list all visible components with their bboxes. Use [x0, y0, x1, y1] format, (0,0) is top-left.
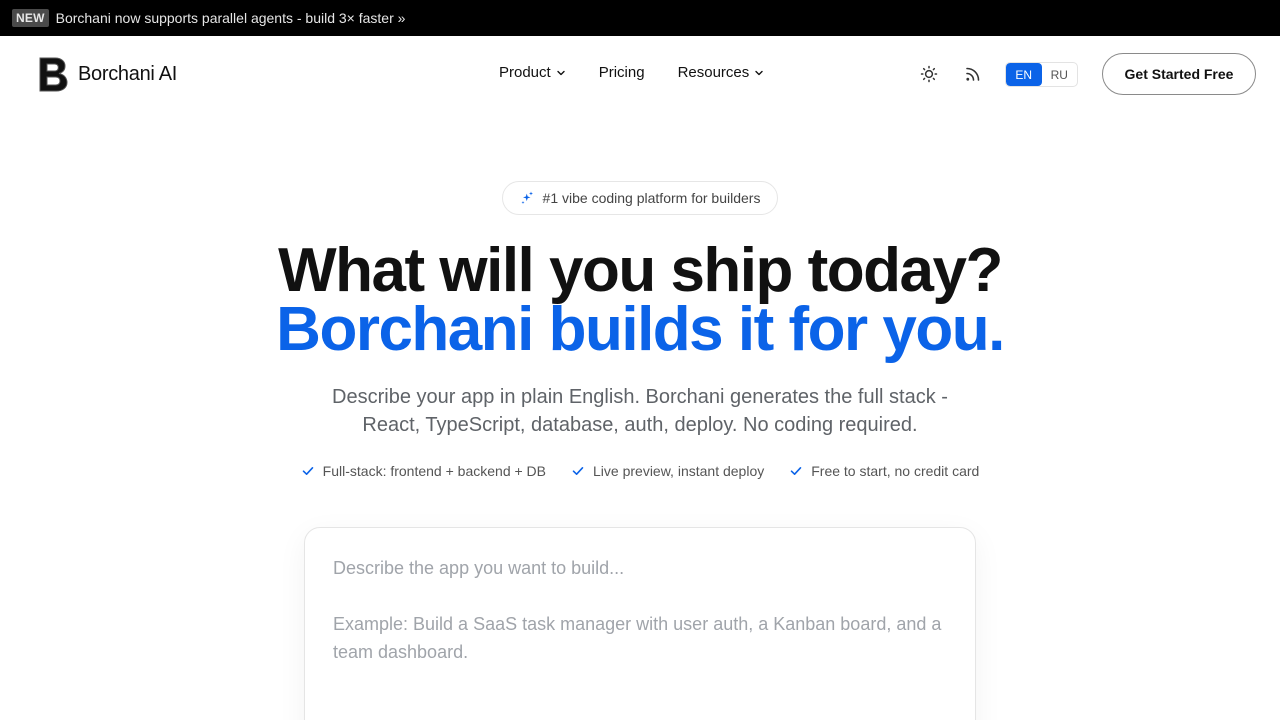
nav-item-label: Product: [499, 64, 551, 81]
feature-check-item: Live preview, instant deploy: [571, 463, 764, 479]
main-menu: Product Pricing Resources: [499, 64, 764, 81]
sun-icon: [920, 65, 938, 83]
app-prompt-card: [304, 527, 976, 720]
hero-subtitle-line1: Describe your app in plain English. Borc…: [332, 386, 948, 408]
hero-tagline-text: #1 vibe coding platform for builders: [542, 190, 761, 206]
app-description-input[interactable]: [333, 554, 953, 720]
check-icon: [572, 467, 584, 475]
check-icon: [790, 467, 802, 475]
nav-item-product[interactable]: Product: [499, 64, 566, 81]
language-option-en[interactable]: EN: [1006, 63, 1042, 86]
nav-item-label: Resources: [677, 64, 750, 81]
hero-title-line2: Borchani builds it for you.: [276, 295, 1005, 364]
chevron-down-icon: [557, 70, 565, 75]
new-badge: NEW: [12, 9, 49, 27]
nav-item-resources[interactable]: Resources: [678, 64, 765, 81]
brand-logo-link[interactable]: Borchani AI: [36, 54, 177, 94]
feature-check-item: Free to start, no credit card: [789, 463, 979, 479]
feature-check-label: Full-stack: frontend + backend + DB: [322, 463, 547, 479]
chevron-down-icon: [755, 70, 763, 75]
rss-feed-button[interactable]: [962, 63, 984, 85]
hero-subtitle: Describe your app in plain English. Borc…: [0, 383, 1280, 439]
feature-check-label: Live preview, instant deploy: [593, 463, 765, 479]
rss-icon: [966, 67, 980, 81]
language-switcher: EN RU: [1005, 62, 1078, 87]
announcement-link[interactable]: Borchani now supports parallel agents - …: [56, 10, 406, 26]
theme-toggle-button[interactable]: [918, 63, 940, 85]
feature-check-label: Free to start, no credit card: [811, 463, 980, 479]
nav-item-pricing[interactable]: Pricing: [599, 64, 645, 81]
hero-title-line1: What will you ship today?: [278, 236, 1003, 305]
hero-subtitle-line2: React, TypeScript, database, auth, deplo…: [362, 414, 918, 436]
nav-item-label: Pricing: [598, 64, 645, 81]
feature-checklist: Full-stack: frontend + backend + DB Live…: [0, 463, 1280, 479]
check-icon: [302, 467, 313, 475]
brand-logo-icon: [39, 57, 68, 92]
hero-tagline-pill: #1 vibe coding platform for builders: [502, 181, 778, 215]
announcement-bar: NEW Borchani now supports parallel agent…: [0, 0, 1280, 36]
get-started-button[interactable]: Get Started Free: [1102, 53, 1256, 95]
language-option-ru[interactable]: RU: [1042, 63, 1078, 86]
top-navigation: Borchani AI Product Pricing Resources EN…: [0, 36, 1280, 112]
sparkle-icon: [521, 191, 533, 204]
brand-name: Borchani AI: [78, 62, 177, 85]
feature-check-item: Full-stack: frontend + backend + DB: [301, 463, 546, 479]
